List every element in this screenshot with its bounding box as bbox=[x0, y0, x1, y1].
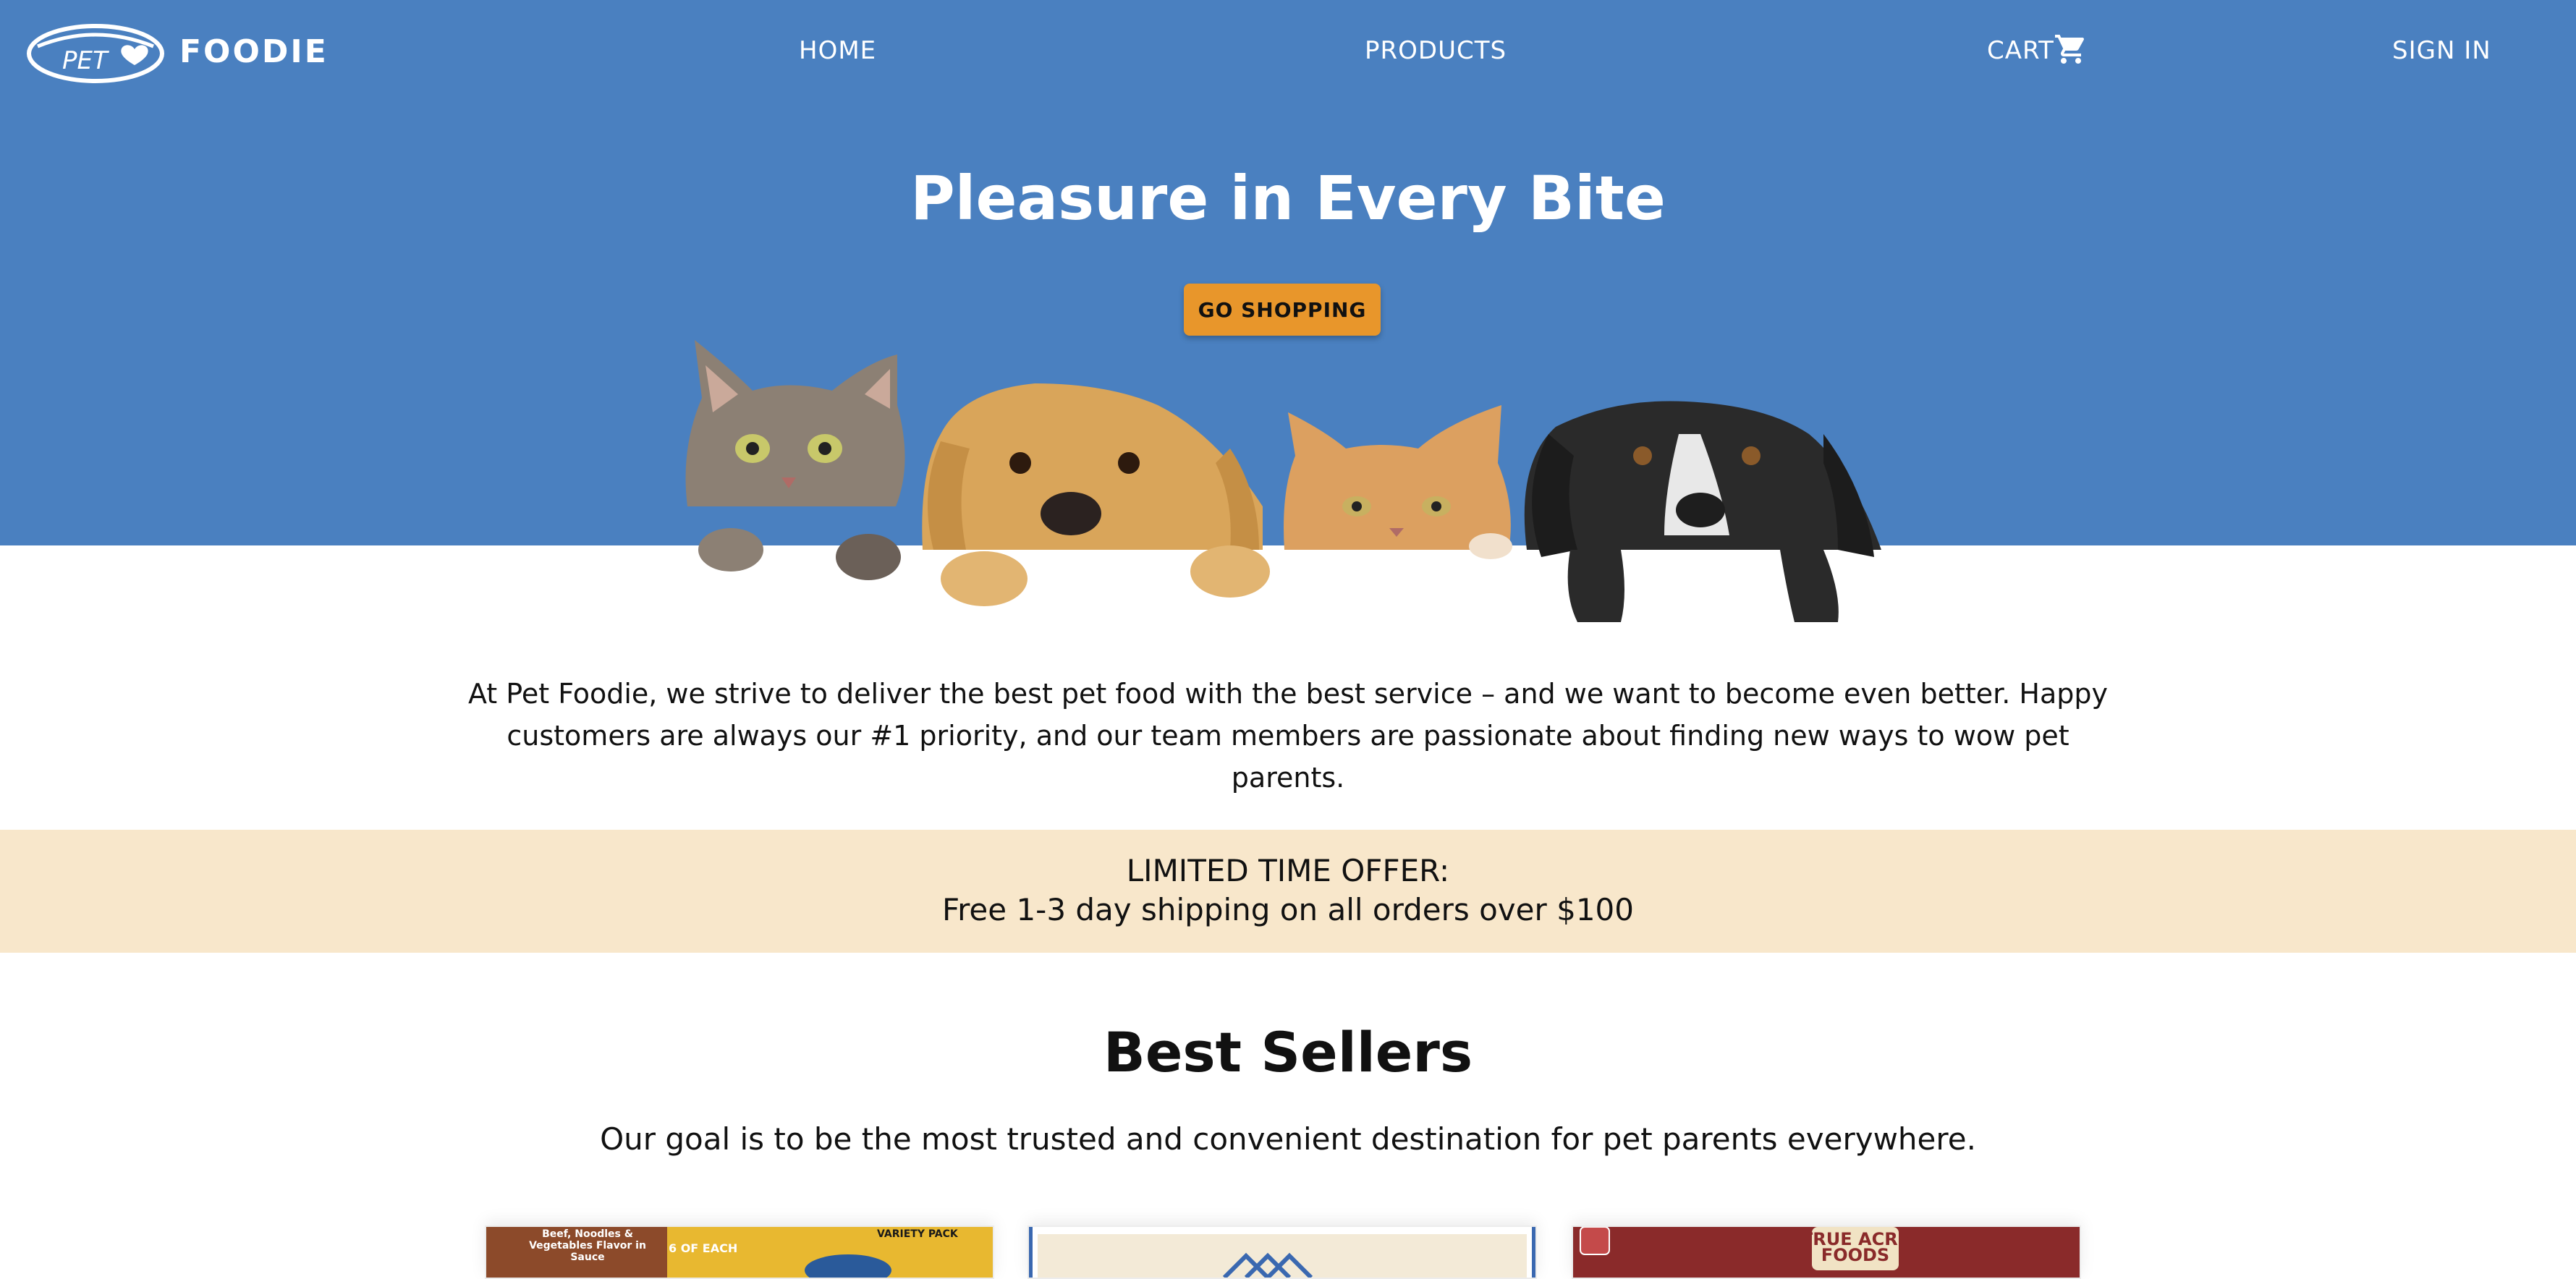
orange-cat-illustration bbox=[1284, 405, 1512, 559]
product-image bbox=[1029, 1227, 1535, 1278]
best-sellers-title: Best Sellers bbox=[1103, 1020, 1473, 1084]
tabby-cat-illustration bbox=[685, 340, 905, 580]
product-card[interactable]: TRUE ACRE FOODS bbox=[1572, 1225, 2081, 1279]
black-white-dog-illustration bbox=[1524, 401, 1881, 622]
product-pack-label: 6 OF EACH bbox=[669, 1241, 738, 1255]
product-brand-label: TRUE ACRE FOODS bbox=[1800, 1229, 1910, 1265]
offer-banner: LIMITED TIME OFFER: Free 1-3 day shippin… bbox=[0, 830, 2576, 953]
product-card[interactable]: Beef, Noodles & Vegetables Flavor in Sau… bbox=[485, 1225, 994, 1279]
best-sellers-subtitle: Our goal is to be the most trusted and c… bbox=[600, 1121, 1976, 1157]
golden-retriever-illustration bbox=[922, 383, 1270, 606]
offer-title: LIMITED TIME OFFER: bbox=[1126, 853, 1450, 888]
about-text: At Pet Foodie, we strive to deliver the … bbox=[467, 678, 2109, 794]
product-tag-label: VARIETY PACK bbox=[877, 1228, 958, 1240]
offer-details: Free 1-3 day shipping on all orders over… bbox=[941, 892, 1635, 927]
peeking-pets-image bbox=[685, 340, 1881, 622]
product-flavor-label: Beef, Noodles & Vegetables Flavor in Sau… bbox=[529, 1228, 646, 1263]
product-card[interactable] bbox=[1028, 1225, 1537, 1279]
